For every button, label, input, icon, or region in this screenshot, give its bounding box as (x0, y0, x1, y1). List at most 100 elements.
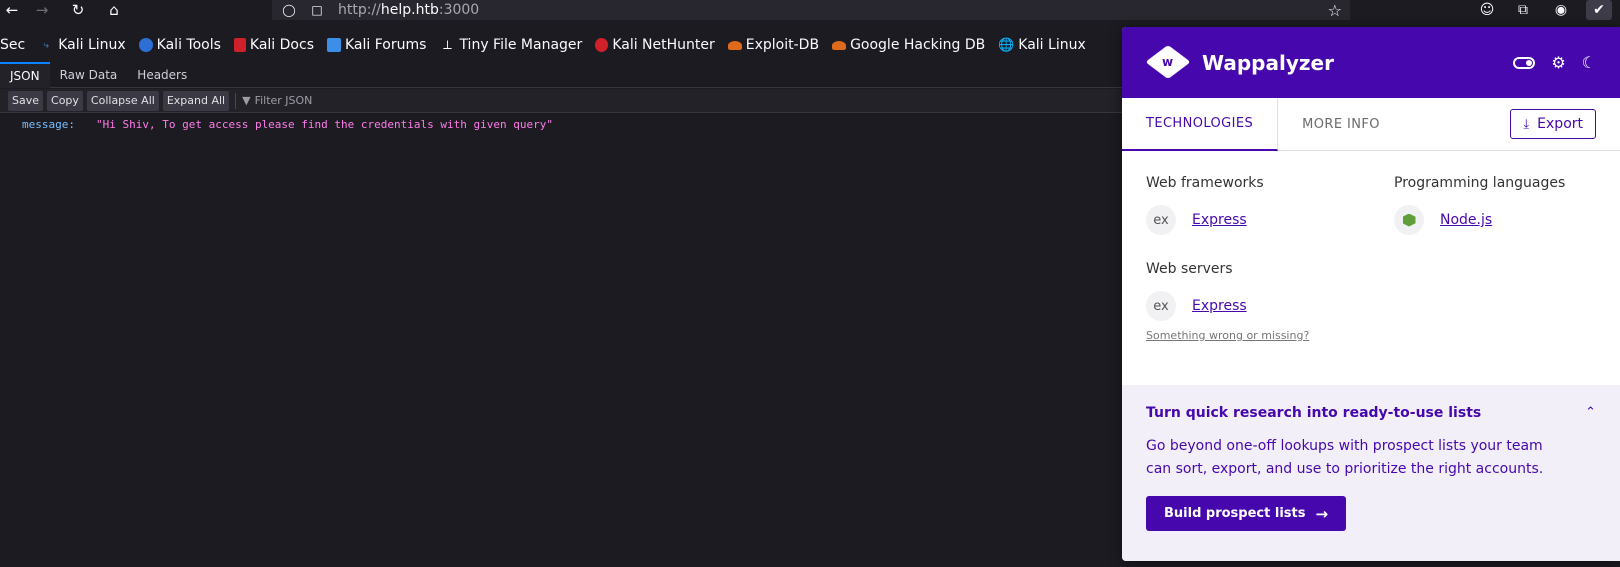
copy-button[interactable]: Copy (47, 90, 83, 111)
home-icon[interactable]: ⌂ (102, 0, 126, 20)
nethunter-icon (595, 38, 609, 52)
collapse-all-button[interactable]: Collapse All (86, 90, 159, 111)
url-host: help.htb (380, 2, 439, 18)
json-viewer-body: message: "Hi Shiv, To get access please … (0, 114, 1122, 567)
toggle-icon[interactable] (1513, 56, 1536, 69)
bookmark-label: Kali Tools (156, 37, 221, 53)
bookmark-label: Kali Linux (58, 37, 126, 53)
tab-headers[interactable]: Headers (127, 62, 197, 88)
wappalyzer-tabs: TECHNOLOGIES MORE INFO ⤓ Export (1122, 98, 1620, 151)
page-icon[interactable]: □ (306, 3, 328, 17)
star-icon[interactable]: ☆ (1328, 0, 1342, 20)
bookmark-label: Kali Forums (345, 37, 427, 53)
gear-icon[interactable]: ⚙ (1551, 53, 1565, 72)
tech-item: Node.js (1394, 205, 1565, 235)
url-prefix: http:// (338, 2, 381, 18)
json-key: message: (22, 117, 75, 131)
tab-more-info[interactable]: MORE INFO (1278, 98, 1404, 151)
tech-item: ex Express (1146, 205, 1264, 235)
category-title: Web frameworks (1146, 175, 1264, 191)
bookmark-label: Exploit-DB (745, 37, 820, 53)
build-prospect-lists-button[interactable]: Build prospect lists → (1146, 496, 1347, 531)
kali-forums-icon (327, 38, 341, 52)
tech-link-nodejs[interactable]: Node.js (1440, 212, 1492, 228)
tech-item: ex Express (1146, 291, 1247, 321)
bookmark-kali-linux[interactable]: ⤷ Kali Linux (38, 37, 125, 53)
category-title: Web servers (1146, 261, 1233, 277)
button-label: Build prospect lists (1164, 506, 1306, 521)
tab-raw-data[interactable]: Raw Data (50, 62, 128, 88)
kali-dragon-icon: ⤷ (43, 39, 49, 51)
bookmark-tiny-file-manager[interactable]: ⟂ Tiny File Manager (439, 37, 582, 53)
forward-icon[interactable]: → (30, 0, 54, 20)
export-button[interactable]: ⤓ Export (1510, 109, 1596, 139)
browser-window: ← → ↻ ⌂ ◯ □ http://help.htb:3000 ☆ ☺ ⧉ ◉… (0, 0, 1620, 567)
url-text[interactable]: http://help.htb:3000 (338, 2, 479, 18)
json-viewer-toolbar: Save Copy Collapse All Expand All ▼ Filte… (0, 89, 1122, 113)
extensions-icon[interactable]: ⧉ (1510, 0, 1536, 20)
bookmark-kali-nethunter[interactable]: Kali NetHunter (595, 37, 715, 53)
bookmark-kali-docs[interactable]: Kali Docs (233, 37, 314, 53)
promo-panel: Turn quick research into ready-to-use li… (1122, 385, 1620, 561)
toolbar-divider (235, 92, 237, 109)
express-icon: ex (1146, 291, 1176, 321)
technologies-list: Web frameworks ex Express Programming la… (1122, 151, 1620, 385)
filter-placeholder: Filter JSON (254, 94, 313, 107)
json-row[interactable]: message: "Hi Shiv, To get access please … (0, 114, 1122, 134)
bookmark-google-hacking-db[interactable]: Google Hacking DB (832, 37, 985, 53)
bookmark-sec[interactable]: Sec (0, 37, 25, 53)
shield-icon[interactable]: ◯ (278, 3, 300, 17)
kali-docs-icon (233, 38, 246, 52)
chevron-up-icon[interactable]: ⌃ (1585, 405, 1596, 420)
bookmark-label: Google Hacking DB (850, 37, 986, 53)
back-icon[interactable]: ← (0, 0, 24, 20)
globe-icon: 🌐 (998, 37, 1015, 53)
something-wrong-link[interactable]: Something wrong or missing? (1146, 329, 1309, 342)
bookmark-kali-tools[interactable]: Kali Tools (138, 37, 221, 53)
category-title: Programming languages (1394, 175, 1566, 191)
promo-title[interactable]: Turn quick research into ready-to-use li… (1146, 405, 1596, 421)
json-viewer-tabs: JSON Raw Data Headers (0, 62, 1122, 88)
export-label: Export (1537, 116, 1583, 132)
extension-globe-icon[interactable]: ◉ (1548, 0, 1574, 20)
bookmark-label: Sec (0, 37, 26, 53)
bookmark-exploit-db[interactable]: Exploit-DB (727, 37, 820, 53)
tech-link-express[interactable]: Express (1192, 212, 1247, 228)
bookmark-kali-forums[interactable]: Kali Forums (327, 37, 426, 53)
bookmark-kali-linux-2[interactable]: 🌐 Kali Linux (998, 37, 1086, 53)
filter-icon: ▼ (242, 94, 251, 107)
wappalyzer-logo-icon: w (1145, 44, 1192, 79)
tab-technologies[interactable]: TECHNOLOGIES (1122, 98, 1279, 151)
url-bar[interactable]: ◯ □ http://help.htb:3000 ☆ (272, 0, 1350, 20)
bookmark-label: Kali Linux (1018, 37, 1086, 53)
url-port: :3000 (438, 2, 480, 18)
category-web-servers: Web servers ex Express (1146, 261, 1247, 321)
tab-json[interactable]: JSON (0, 62, 50, 88)
wappalyzer-popup: w Wappalyzer ⚙ ☾ TECHNOLOGIES MORE INFO … (1122, 27, 1620, 561)
json-value: "Hi Shiv, To get access please find the … (96, 117, 553, 131)
arrow-right-icon: → (1315, 504, 1329, 523)
promo-text: Go beyond one-off lookups with prospect … (1146, 438, 1544, 477)
moon-icon[interactable]: ☾ (1582, 53, 1596, 72)
google-hacking-db-icon (832, 40, 847, 50)
expand-all-button[interactable]: Expand All (162, 90, 230, 111)
filter-json-input[interactable]: ▼ Filter JSON (242, 94, 312, 107)
category-programming-languages: Programming languages Node.js (1394, 175, 1565, 235)
bookmark-label: Kali NetHunter (612, 37, 715, 53)
tiny-file-manager-icon: ⟂ (443, 37, 452, 53)
wappalyzer-title: Wappalyzer (1202, 50, 1334, 75)
category-web-frameworks: Web frameworks ex Express (1146, 175, 1264, 235)
wappalyzer-header: w Wappalyzer ⚙ ☾ (1122, 27, 1620, 98)
wappalyzer-extension-icon[interactable]: ✔ (1586, 0, 1612, 20)
account-icon[interactable]: ☺ (1474, 0, 1500, 20)
save-button[interactable]: Save (8, 90, 44, 111)
download-icon: ⤓ (1523, 116, 1530, 132)
express-icon: ex (1146, 205, 1176, 235)
header-actions: ⚙ ☾ (1513, 27, 1596, 98)
tech-link-express[interactable]: Express (1192, 298, 1247, 314)
navigation-bar: ← → ↻ ⌂ ◯ □ http://help.htb:3000 ☆ ☺ ⧉ ◉… (0, 0, 1620, 20)
nodejs-icon (1394, 205, 1424, 235)
reload-icon[interactable]: ↻ (66, 0, 90, 20)
bookmark-label: Kali Docs (249, 37, 314, 53)
exploit-db-icon (727, 40, 742, 50)
